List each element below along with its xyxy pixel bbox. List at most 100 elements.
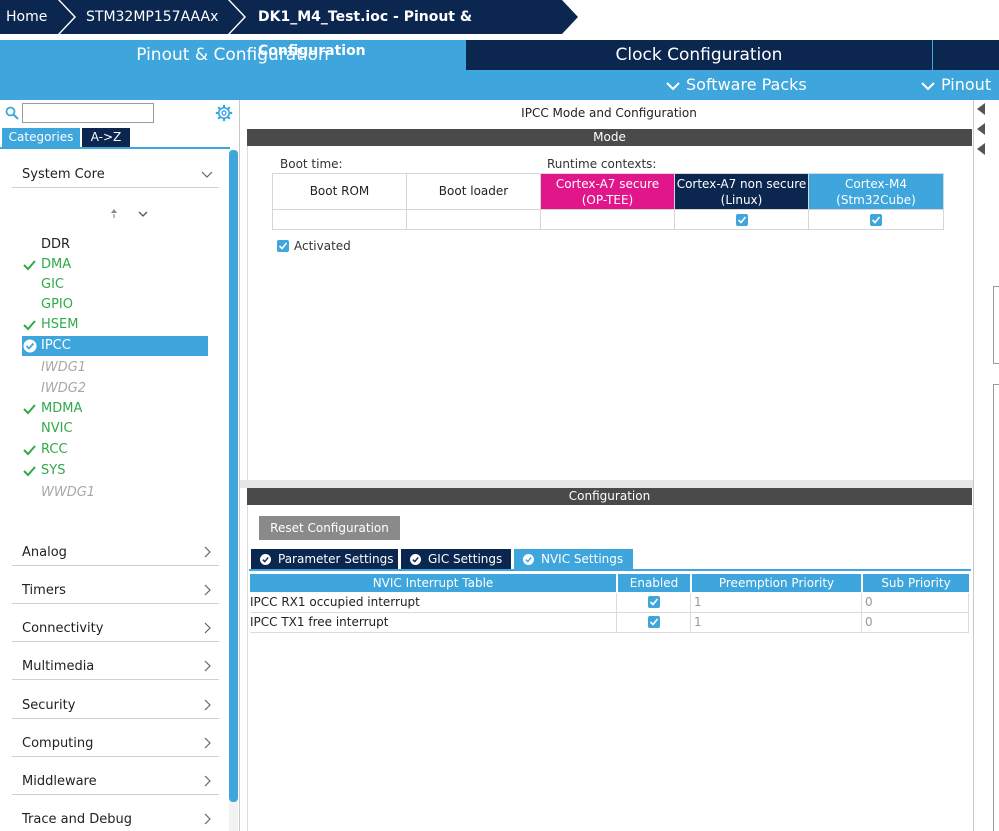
chevron-right-icon [204, 775, 211, 787]
peripheral-item-rcc[interactable]: RCC [22, 440, 208, 460]
peripheral-item-wwdg1[interactable]: WWDG1 [22, 483, 208, 503]
category-multimedia[interactable]: Multimedia [12, 654, 219, 680]
check-circle-icon [523, 554, 534, 565]
sidebar-scrollbar-thumb[interactable] [229, 150, 238, 802]
tab-a-z[interactable]: A->Z [82, 128, 130, 147]
enabled-checkbox[interactable] [648, 596, 660, 608]
breadcrumb-project[interactable]: DK1_M4_Test.ioc - Pinout & Configuration [230, 0, 580, 59]
check-icon [23, 466, 36, 477]
peripheral-label: MDMA [41, 401, 83, 416]
table-row[interactable]: IPCC TX1 free interrupt 1 0 [250, 613, 969, 633]
boot-time-label: Boot time: [280, 157, 343, 171]
category-computing[interactable]: Computing [12, 731, 219, 757]
boot-context-table: Boot ROM Boot loader Cortex-A7 secure (O… [272, 173, 944, 230]
category-label: Security [22, 698, 76, 713]
tab-gic-settings[interactable]: GIC Settings [401, 549, 511, 569]
sort-icon[interactable] [108, 207, 120, 219]
software-packs-label: Software Packs [686, 75, 807, 94]
cortex-m4-checkbox[interactable] [870, 214, 882, 226]
peripheral-item-iwdg2[interactable]: IWDG2 [22, 379, 208, 399]
breadcrumb-device[interactable]: STM32MP157AAAx [60, 0, 246, 36]
category-label: Connectivity [22, 621, 104, 636]
table-row[interactable]: IPCC RX1 occupied interrupt 1 0 [250, 593, 969, 613]
chevron-down-icon [666, 81, 680, 90]
chevron-down-icon[interactable] [138, 208, 148, 220]
enabled-checkbox[interactable] [648, 616, 660, 628]
category-timers[interactable]: Timers [12, 578, 219, 604]
category-analog[interactable]: Analog [12, 540, 219, 566]
category-middleware[interactable]: Middleware [12, 769, 219, 795]
preemption-priority-cell[interactable]: 1 [691, 593, 862, 612]
cortex-a7-secure-name: Cortex-A7 secure [555, 177, 660, 191]
chevron-right-icon [204, 813, 211, 825]
peripheral-item-gic[interactable]: GIC [22, 275, 208, 295]
check-circle-icon [23, 339, 37, 353]
sub-toolbar: Software Packs Pinout [0, 70, 999, 100]
gear-icon[interactable] [215, 104, 233, 122]
chevron-down-icon [921, 81, 935, 90]
section-system-core[interactable]: System Core [12, 162, 219, 188]
tab-categories[interactable]: Categories [2, 128, 80, 147]
collapse-arrow-icon[interactable] [976, 122, 986, 136]
collapse-arrow-icon[interactable] [976, 142, 986, 156]
section-system-core-label: System Core [22, 167, 105, 182]
peripheral-item-ddr[interactable]: DDR [22, 235, 208, 255]
category-label: Timers [22, 583, 66, 598]
chevron-right-icon [204, 660, 211, 672]
preemption-priority-cell[interactable]: 1 [691, 613, 862, 632]
tab-nvic-settings[interactable]: NVIC Settings [514, 549, 633, 569]
cortex-m4-name: Cortex-M4 [845, 177, 907, 191]
config-tab-underline [249, 569, 971, 571]
search-input[interactable] [22, 103, 154, 123]
cortex-a7-nonsecure-header: Cortex-A7 non secure (Linux) [675, 174, 809, 209]
column-header-interrupt[interactable]: NVIC Interrupt Table [250, 574, 616, 592]
category-label: Multimedia [22, 659, 95, 674]
peripheral-label: WWDG1 [41, 485, 96, 500]
tab-extra[interactable] [933, 40, 999, 70]
reset-configuration-button[interactable]: Reset Configuration [259, 516, 400, 540]
boot-loader-cell [407, 210, 541, 230]
collapse-arrow-icon[interactable] [976, 102, 986, 116]
boot-rom-header: Boot ROM [273, 174, 407, 209]
software-packs-menu[interactable]: Software Packs [666, 70, 807, 100]
peripheral-item-nvic[interactable]: NVIC [22, 419, 208, 439]
tab-parameter-settings[interactable]: Parameter Settings [251, 549, 398, 569]
peripheral-item-mdma[interactable]: MDMA [22, 399, 208, 419]
cortex-a7-secure-cell[interactable] [541, 210, 675, 230]
tab-pinout-configuration[interactable]: Pinout & Configuration [0, 40, 465, 70]
category-trace-and-debug[interactable]: Trace and Debug [12, 807, 219, 831]
check-icon [23, 404, 36, 415]
tab-clock-configuration[interactable]: Clock Configuration [466, 40, 932, 70]
panel-splitter[interactable] [240, 480, 973, 488]
peripheral-item-dma[interactable]: DMA [22, 255, 208, 275]
cortex-a7-nonsecure-checkbox[interactable] [736, 214, 748, 226]
category-label: Middleware [22, 774, 97, 789]
activated-checkbox[interactable] [277, 240, 289, 252]
right-side-panel [973, 100, 999, 831]
category-security[interactable]: Security [12, 693, 219, 719]
peripheral-item-iwdg1[interactable]: IWDG1 [22, 358, 208, 378]
column-header-sub-priority[interactable]: Sub Priority [863, 574, 969, 592]
peripheral-item-hsem[interactable]: HSEM [22, 315, 208, 335]
column-header-preemption-priority[interactable]: Preemption Priority [692, 574, 861, 592]
sidebar: Categories A->Z System Core DDR DMA GIC GPI… [0, 100, 240, 831]
peripheral-item-sys[interactable]: SYS [22, 461, 208, 481]
tab-parameter-settings-label: Parameter Settings [278, 552, 394, 566]
category-connectivity[interactable]: Connectivity [12, 616, 219, 642]
tab-underline [0, 147, 230, 149]
tab-gic-settings-label: GIC Settings [428, 552, 503, 566]
peripheral-item-ipcc[interactable]: IPCC [22, 336, 208, 356]
peripheral-item-gpio[interactable]: GPIO [22, 295, 208, 315]
pinout-menu[interactable]: Pinout [921, 70, 991, 100]
chevron-right-icon [204, 546, 211, 558]
breadcrumb-home[interactable]: Home [0, 0, 76, 36]
check-icon [23, 445, 36, 456]
sub-priority-cell[interactable]: 0 [862, 613, 969, 632]
enabled-cell [617, 613, 691, 632]
peripheral-label: GIC [41, 277, 64, 292]
interrupt-name: IPCC RX1 occupied interrupt [250, 593, 617, 612]
chevron-right-icon [204, 699, 211, 711]
column-header-enabled[interactable]: Enabled [618, 574, 690, 592]
sub-priority-cell[interactable]: 0 [862, 593, 969, 612]
search-icon[interactable] [5, 106, 19, 120]
